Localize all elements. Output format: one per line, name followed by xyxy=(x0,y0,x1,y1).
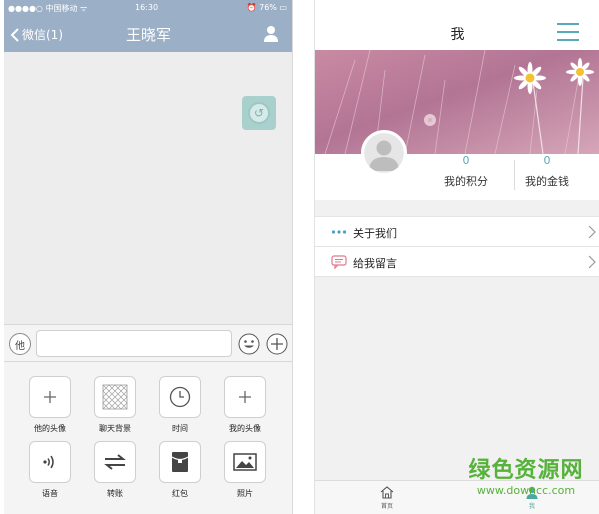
plus-icon xyxy=(239,391,251,403)
plus-icon xyxy=(44,391,56,403)
tab-label: 首页 xyxy=(380,503,393,510)
battery-label: ⏰ 76% ▭ xyxy=(246,3,287,12)
person-icon[interactable] xyxy=(263,25,279,43)
list-item-label: 给我留言 xyxy=(353,257,397,270)
profile-screen: 我 0 我的积分 0 我的金钱 关于我们 给我留言 首页 我 xyxy=(314,0,599,514)
tab-label: 我 xyxy=(528,503,535,510)
watermark: 绿色资源网 www.downcc.com xyxy=(456,458,596,498)
tool-time[interactable]: 时间 xyxy=(158,376,202,434)
clock-label: 16:30 xyxy=(135,3,159,12)
refresh-icon: ↺ xyxy=(248,102,270,124)
avatar[interactable] xyxy=(361,130,407,176)
tool-red-packet[interactable]: 红包 xyxy=(158,441,202,499)
pattern-icon xyxy=(102,384,128,410)
tab-home[interactable]: 首页 xyxy=(367,486,407,510)
profile-header: 我 xyxy=(315,0,599,50)
message-bubble[interactable]: ↺ xyxy=(242,96,276,130)
message-icon xyxy=(331,255,347,269)
carrier-label: ●●●●○ 中国移动 ᯤ xyxy=(8,4,88,13)
chevron-right-icon xyxy=(588,225,596,239)
tool-label: 时间 xyxy=(172,424,188,433)
list-item-about-us[interactable]: 关于我们 xyxy=(315,217,599,247)
home-icon xyxy=(380,486,394,499)
list-item-label: 关于我们 xyxy=(353,227,397,240)
chevron-right-icon xyxy=(588,255,596,269)
message-area: ↺ xyxy=(4,52,292,324)
tool-label: 语音 xyxy=(42,489,58,498)
sender-toggle-button[interactable]: 他 xyxy=(9,333,31,355)
stat-points[interactable]: 0 我的积分 xyxy=(431,154,501,189)
daisy-bud xyxy=(424,114,436,126)
tool-my-avatar[interactable]: 我的头像 xyxy=(223,376,267,434)
watermark-brand: 绿色资源网 xyxy=(468,458,584,483)
points-value: 0 xyxy=(462,154,470,167)
tool-label: 红包 xyxy=(172,489,188,498)
watermark-url: www.downcc.com xyxy=(476,484,576,497)
chat-title: 王晓军 xyxy=(125,26,171,44)
settings-list: 关于我们 给我留言 xyxy=(315,216,599,277)
dots-icon xyxy=(331,230,347,234)
transfer-icon xyxy=(104,454,126,470)
chat-screen: ●●●●○ 中国移动 ᯤ 16:30 ⏰ 76% ▭ 微信(1) 王晓军 ↺ 他 xyxy=(4,0,293,514)
input-bar: 他 xyxy=(4,324,292,362)
voice-icon xyxy=(43,455,54,469)
tool-label: 我的头像 xyxy=(229,424,261,433)
flower-banner-image xyxy=(315,50,599,154)
tool-photo[interactable]: 照片 xyxy=(223,441,267,499)
tool-transfer[interactable]: 转账 xyxy=(93,441,137,499)
photo-icon xyxy=(233,453,257,471)
clock-icon xyxy=(169,386,191,408)
emoji-icon[interactable] xyxy=(238,333,260,355)
status-bar: ●●●●○ 中国移动 ᯤ 16:30 ⏰ 76% ▭ xyxy=(4,0,292,16)
tools-panel: 他的头像 聊天背景 时间 我的头像 语音 转账 红包 照片 xyxy=(4,362,292,514)
chat-nav-bar: 微信(1) 王晓军 xyxy=(4,16,292,52)
profile-banner-image xyxy=(315,50,599,154)
tool-label: 转账 xyxy=(107,489,123,498)
tool-their-avatar[interactable]: 他的头像 xyxy=(28,376,72,434)
tool-label: 聊天背景 xyxy=(99,424,131,433)
stat-money[interactable]: 0 我的金钱 xyxy=(512,154,582,189)
message-input[interactable] xyxy=(36,330,232,357)
red-packet-icon xyxy=(171,452,189,472)
list-item-leave-message[interactable]: 给我留言 xyxy=(315,247,599,277)
tool-label: 他的头像 xyxy=(34,424,66,433)
points-label: 我的积分 xyxy=(444,175,488,188)
money-value: 0 xyxy=(543,154,551,167)
plus-circle-icon[interactable] xyxy=(266,333,288,355)
user-silhouette-icon xyxy=(369,140,399,171)
tool-label: 照片 xyxy=(237,489,253,498)
money-label: 我的金钱 xyxy=(525,175,569,188)
hamburger-menu-icon[interactable] xyxy=(557,22,579,42)
tool-voice[interactable]: 语音 xyxy=(28,441,72,499)
tool-chat-background[interactable]: 聊天背景 xyxy=(93,376,137,434)
